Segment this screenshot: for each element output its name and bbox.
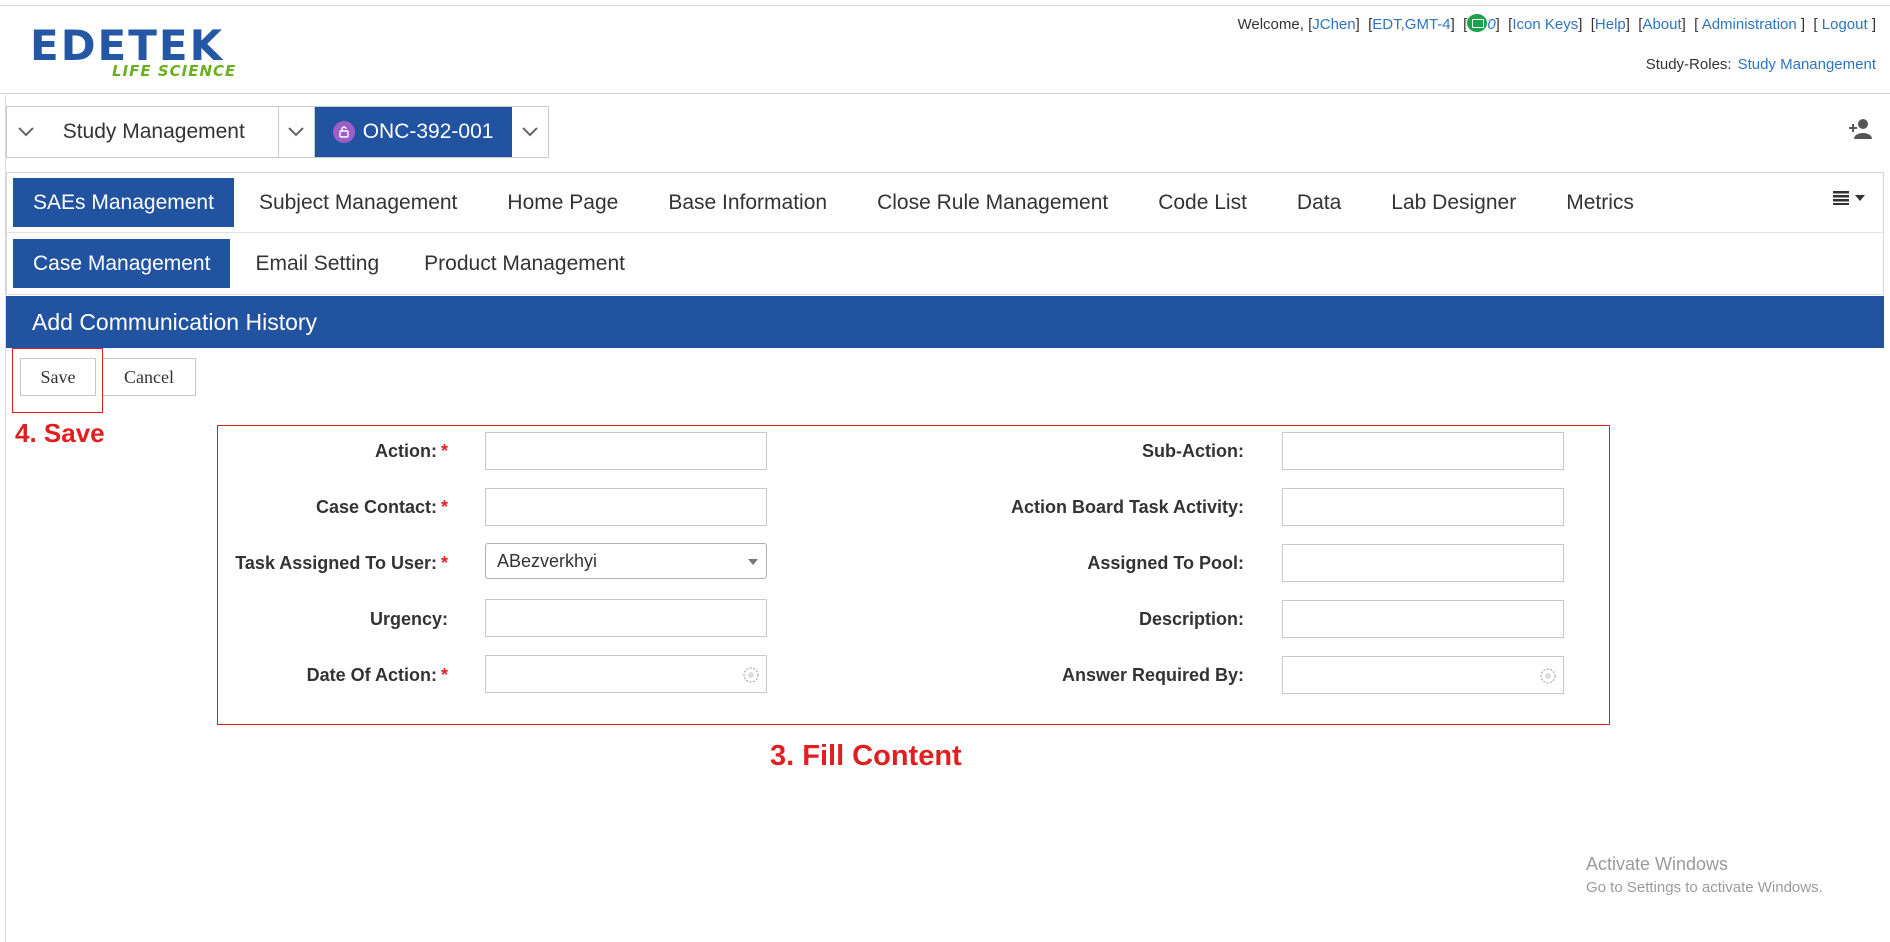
user-link[interactable]: JChen	[1312, 16, 1355, 33]
tab-subject-management[interactable]: Subject Management	[234, 178, 482, 227]
timezone-link[interactable]: EDT,GMT-4	[1372, 16, 1450, 33]
edetek-logo[interactable]: EDETEK LIFE SCIENCE	[30, 24, 275, 84]
protocol-dropdown-button[interactable]	[512, 107, 548, 157]
mail-count[interactable]: 0	[1487, 16, 1495, 33]
date-of-action-input[interactable]	[485, 655, 767, 693]
tab-home-page[interactable]: Home Page	[482, 178, 643, 227]
description-input[interactable]	[1282, 600, 1564, 638]
action-board-label: Action Board Task Activity:	[1010, 497, 1244, 517]
study-selector: Study Management ONC-392-001	[6, 106, 549, 158]
action-label: Action: *	[374, 441, 448, 461]
tab-close-rule-management[interactable]: Close Rule Management	[852, 178, 1133, 227]
urgency-label: Urgency:	[369, 609, 448, 629]
header-divider	[0, 93, 1890, 94]
tab-email-setting[interactable]: Email Setting	[230, 239, 404, 288]
main-navigation: SAEs Management Subject Management Home …	[6, 172, 1884, 295]
protocol-selector[interactable]: ONC-392-001	[314, 107, 513, 157]
case-contact-input[interactable]	[485, 488, 767, 526]
tab-code-list[interactable]: Code List	[1133, 178, 1272, 227]
module-dropdown-toggle[interactable]	[7, 107, 45, 157]
header-links: Welcome, [JChen] [EDT,GMT-4] [0] [Icon K…	[1237, 14, 1876, 33]
module-dropdown-button[interactable]	[279, 107, 315, 157]
study-roles-label: Study-Roles:	[1645, 56, 1732, 73]
case-contact-label: Case Contact: *	[315, 497, 448, 517]
more-menu-toggle[interactable]	[1833, 191, 1865, 205]
logo-subtitle: LIFE SCIENCE	[112, 62, 237, 80]
assigned-pool-input[interactable]	[1282, 544, 1564, 582]
add-user-icon[interactable]	[1848, 118, 1874, 140]
section-title: Add Communication History	[6, 296, 1884, 348]
urgency-input[interactable]	[485, 599, 767, 637]
answer-required-input[interactable]	[1282, 656, 1564, 694]
caret-down-icon	[1855, 195, 1865, 201]
logout-link[interactable]: Logout	[1822, 16, 1868, 33]
required-mark: *	[440, 441, 448, 461]
study-roles-link[interactable]: Study Manangement	[1738, 56, 1876, 73]
caret-down-icon	[748, 559, 758, 565]
icon-keys-link[interactable]: Icon Keys	[1512, 16, 1578, 33]
administration-link[interactable]: Administration	[1702, 16, 1797, 33]
tab-metrics[interactable]: Metrics	[1541, 178, 1659, 227]
list-menu-icon	[1833, 191, 1849, 205]
task-assigned-select[interactable]: ABezverkhyi	[485, 543, 767, 579]
unlock-icon	[332, 121, 355, 143]
protocol-name: ONC-392-001	[362, 120, 494, 143]
action-input[interactable]	[485, 432, 767, 470]
chevron-down-icon	[18, 127, 34, 137]
required-mark: *	[440, 497, 448, 517]
calendar-icon[interactable]	[1539, 667, 1557, 685]
sub-action-label: Sub-Action:	[1142, 441, 1244, 461]
module-name[interactable]: Study Management	[45, 107, 279, 157]
chevron-down-icon	[522, 127, 538, 137]
required-mark: *	[440, 553, 448, 573]
tab-case-management[interactable]: Case Management	[13, 239, 231, 288]
task-assigned-value: ABezverkhyi	[497, 550, 598, 571]
date-of-action-label: Date Of Action: *	[306, 665, 448, 685]
tab-saes-management[interactable]: SAEs Management	[13, 178, 234, 227]
task-assigned-label: Task Assigned To User: *	[235, 553, 448, 573]
tab-data[interactable]: Data	[1272, 178, 1366, 227]
assigned-pool-label: Assigned To Pool:	[1087, 553, 1244, 573]
save-annotation-box	[12, 348, 103, 413]
description-label: Description:	[1138, 609, 1244, 629]
cancel-button[interactable]: Cancel	[102, 358, 196, 396]
mail-icon[interactable]	[1467, 14, 1488, 32]
main-nav-row: SAEs Management Subject Management Home …	[7, 173, 1883, 233]
calendar-icon[interactable]	[742, 666, 760, 684]
welcome-text: Welcome,	[1237, 16, 1309, 33]
help-link[interactable]: Help	[1595, 16, 1626, 33]
save-annotation-label: 4. Save	[15, 418, 105, 448]
about-link[interactable]: About	[1642, 16, 1681, 33]
activate-windows-title: Activate Windows	[1586, 854, 1729, 874]
activate-windows-subtitle: Go to Settings to activate Windows.	[1586, 879, 1823, 896]
tab-lab-designer[interactable]: Lab Designer	[1366, 178, 1541, 227]
top-border	[0, 5, 1890, 6]
action-board-input[interactable]	[1282, 488, 1564, 526]
sub-nav-row: Case Management Email Setting Product Ma…	[7, 233, 1883, 295]
tab-product-management[interactable]: Product Management	[404, 239, 645, 288]
sub-action-input[interactable]	[1282, 432, 1564, 470]
answer-required-label: Answer Required By:	[1061, 665, 1244, 685]
required-mark: *	[440, 665, 448, 685]
chevron-down-icon	[288, 127, 305, 137]
study-roles: Study-Roles: Study Manangement	[1646, 56, 1876, 73]
fill-annotation-label: 3. Fill Content	[770, 740, 962, 772]
tab-base-information[interactable]: Base Information	[643, 178, 852, 227]
